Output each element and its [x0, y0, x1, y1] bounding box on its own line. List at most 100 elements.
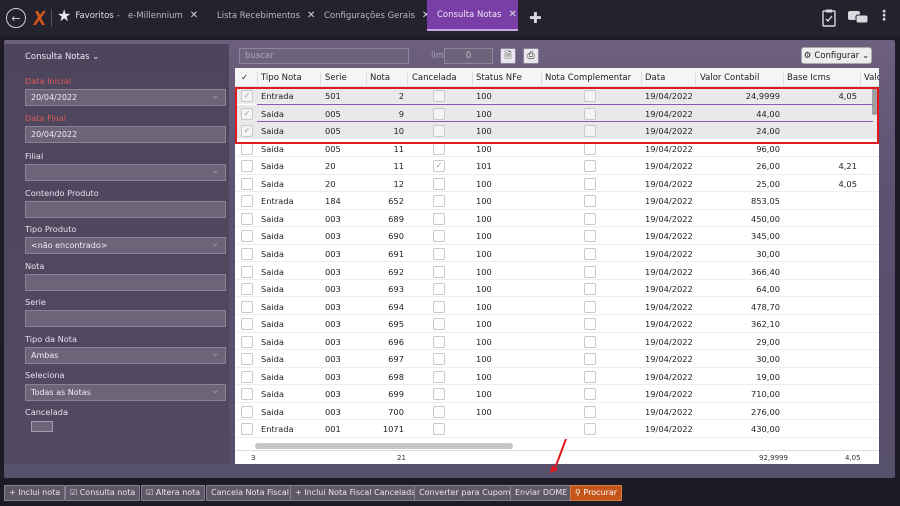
column-header[interactable]: Status NFe [476, 73, 522, 83]
cancelada-checkbox[interactable] [433, 212, 445, 225]
table-row[interactable]: Entrada 184 652 100 19/04/2022 853,05 [235, 192, 879, 210]
tipo-nota-select[interactable]: Ambas ⌄ [25, 347, 226, 364]
nota-complementar-checkbox[interactable] [584, 300, 596, 313]
close-icon[interactable]: ✕ [508, 9, 516, 20]
row-select-checkbox[interactable] [241, 423, 253, 436]
cancelada-checkbox[interactable] [433, 90, 445, 102]
row-select-checkbox[interactable] [241, 283, 253, 296]
column-header[interactable]: Valo [864, 73, 879, 83]
nota-complementar-checkbox[interactable] [584, 370, 596, 383]
cancelada-checkbox[interactable] [433, 195, 445, 208]
row-select-checkbox[interactable] [241, 247, 253, 260]
row-select-checkbox[interactable] [241, 177, 253, 190]
tab-lista-recebimentos[interactable]: Lista Recebimentos ✕ [217, 0, 315, 31]
row-select-checkbox[interactable] [241, 388, 253, 401]
data-final-field[interactable]: 20/04/2022 [25, 126, 226, 143]
cancela-nota-fiscal-button[interactable]: Cancela Nota Fiscal [206, 485, 294, 501]
table-row[interactable]: ✓ Saida 005 9 100 19/04/2022 44,00 [235, 104, 879, 122]
cancelada-checkbox[interactable] [433, 265, 445, 278]
cancelada-checkbox[interactable] [433, 177, 445, 190]
nota-input[interactable] [25, 274, 226, 291]
nota-complementar-checkbox[interactable] [584, 388, 596, 401]
row-select-checkbox[interactable] [241, 142, 253, 155]
cancelada-checkbox[interactable] [433, 353, 445, 366]
nota-complementar-checkbox[interactable] [584, 142, 596, 155]
nota-complementar-checkbox[interactable] [584, 247, 596, 260]
inclui-nota-fiscal-cancelada-button[interactable]: + Inclui Nota Fiscal Cancelada [290, 485, 422, 501]
table-row[interactable]: ✓ Saida 005 10 100 19/04/2022 24,00 [235, 122, 879, 140]
row-select-checkbox[interactable] [241, 318, 253, 331]
column-header[interactable]: Cancelada [412, 73, 457, 83]
tipo-produto-select[interactable]: <não encontrado> ⌄ [25, 237, 226, 254]
back-icon[interactable]: ← [6, 8, 26, 28]
filial-select[interactable]: ⌄ [25, 164, 226, 181]
export-icon[interactable]: 🗎 [500, 48, 516, 64]
nota-complementar-checkbox[interactable] [584, 353, 596, 366]
table-row[interactable]: Saida 003 692 100 19/04/2022 366,40 [235, 263, 879, 280]
table-row[interactable]: Saida 003 699 100 19/04/2022 710,00 [235, 385, 879, 403]
configurar-button[interactable]: ⚙ Configurar ⌄ [801, 47, 872, 64]
search-input[interactable]: buscar [239, 48, 409, 64]
row-select-checkbox[interactable]: ✓ [241, 90, 253, 102]
row-select-checkbox[interactable] [241, 195, 253, 208]
nota-complementar-checkbox[interactable] [584, 125, 596, 138]
cancelada-checkbox[interactable] [433, 405, 445, 418]
tab-e-millennium[interactable]: e-Millennium ✕ [128, 0, 198, 31]
row-select-checkbox[interactable] [241, 405, 253, 418]
table-row[interactable]: Saida 003 695 100 19/04/2022 362,10 [235, 315, 879, 333]
table-row[interactable]: Saida 003 697 100 19/04/2022 30,00 [235, 350, 879, 368]
cancelada-toggle[interactable] [31, 421, 53, 432]
close-icon[interactable]: ✕ [190, 10, 198, 21]
cancelada-checkbox[interactable] [433, 142, 445, 155]
cancelada-checkbox[interactable] [433, 318, 445, 331]
nota-complementar-checkbox[interactable] [584, 265, 596, 278]
horizontal-scrollbar[interactable] [255, 443, 513, 449]
row-select-checkbox[interactable] [241, 265, 253, 278]
vertical-scrollbar[interactable] [872, 87, 877, 115]
clipboard-icon[interactable] [822, 9, 836, 29]
nota-complementar-checkbox[interactable] [584, 90, 596, 102]
nota-complementar-checkbox[interactable] [584, 195, 596, 208]
cancelada-checkbox[interactable] [433, 370, 445, 383]
chat-icon[interactable] [848, 11, 869, 27]
more-options-icon[interactable]: ⋮ [877, 8, 891, 24]
table-row[interactable]: Saida 20 11 ✓ 101 19/04/2022 26,00 4,21 [235, 157, 879, 175]
cancelada-checkbox[interactable] [433, 125, 445, 138]
table-row[interactable]: Saida 20 12 100 19/04/2022 25,00 4,05 [235, 175, 879, 193]
seleciona-select[interactable]: Todas as Notas ⌄ [25, 384, 226, 401]
column-header[interactable]: Base Icms [787, 73, 830, 83]
column-header[interactable]: Nota Complementar [545, 73, 631, 83]
table-row[interactable]: Saida 003 693 100 19/04/2022 64,00 [235, 280, 879, 298]
add-tab-icon[interactable]: ✚ [529, 11, 542, 26]
consulta-nota-button[interactable]: ☑ Consulta nota [65, 485, 141, 501]
sidebar-title[interactable]: Consulta Notas ⌄ [25, 52, 99, 62]
column-header[interactable]: Valor Contabil [700, 73, 759, 83]
row-select-checkbox[interactable] [241, 300, 253, 313]
nota-complementar-checkbox[interactable] [584, 177, 596, 190]
tab-configuracoes-gerais[interactable]: Configurações Gerais ✕ [324, 0, 430, 31]
close-icon[interactable]: ✕ [307, 10, 315, 21]
table-row[interactable]: Saida 005 11 100 19/04/2022 96,00 [235, 140, 879, 158]
contendo-produto-input[interactable] [25, 201, 226, 218]
table-row[interactable]: Saida 003 691 100 19/04/2022 30,00 [235, 245, 879, 263]
cancelada-checkbox[interactable] [433, 247, 445, 260]
nota-complementar-checkbox[interactable] [584, 423, 596, 436]
altera-nota-button[interactable]: ☑ Altera nota [141, 485, 206, 501]
column-header[interactable]: Nota [370, 73, 390, 83]
table-row[interactable]: Saida 003 690 100 19/04/2022 345,00 [235, 227, 879, 245]
enviar-dome-button[interactable]: Enviar DOME [510, 485, 573, 501]
nota-complementar-checkbox[interactable] [584, 212, 596, 225]
inclui-nota-button[interactable]: + Inclui nota [4, 485, 66, 501]
row-select-checkbox[interactable] [241, 353, 253, 366]
serie-input[interactable] [25, 310, 226, 327]
row-select-checkbox[interactable] [241, 230, 253, 243]
procurar-button[interactable]: ⚲ Procurar [570, 485, 623, 501]
table-row[interactable]: Entrada 001 1071 19/04/2022 430,00 [235, 420, 879, 438]
cancelada-checkbox[interactable] [433, 230, 445, 243]
select-all-icon[interactable]: ✓ [241, 73, 248, 83]
print-icon[interactable]: ⎙ [523, 48, 539, 64]
limite-input[interactable]: 0 [444, 48, 493, 64]
nota-complementar-checkbox[interactable] [584, 283, 596, 296]
table-row[interactable]: Saida 003 700 100 19/04/2022 276,00 [235, 403, 879, 421]
column-header[interactable]: Data [645, 73, 665, 83]
